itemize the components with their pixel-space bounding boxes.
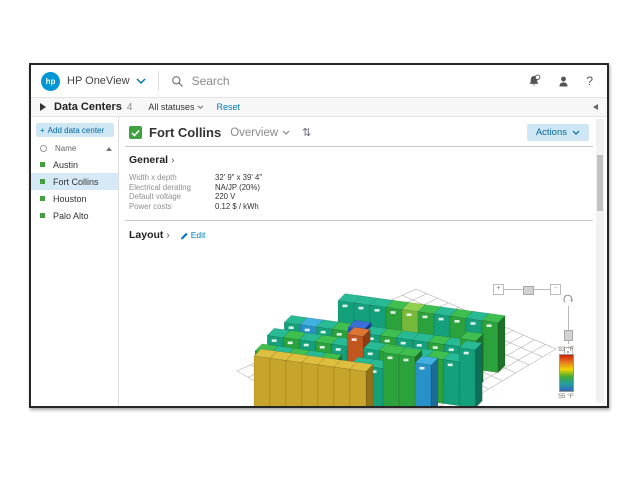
field-label: Width x depth — [129, 173, 215, 183]
status-ok-icon — [129, 126, 142, 139]
resource-banner: Data Centers 4 All statuses Reset — [31, 98, 607, 117]
list-header[interactable]: Name — [31, 141, 118, 156]
resource-title: Fort Collins — [149, 125, 221, 140]
rotate-slider-handle[interactable] — [564, 330, 573, 341]
field-label: Default voltage — [129, 192, 215, 202]
list-item-label: Austin — [53, 160, 78, 170]
field-label: Electrical derating — [129, 183, 215, 193]
top-bar: hp HP OneView ? — [31, 65, 607, 98]
status-ok-icon — [40, 213, 45, 218]
field-value: 0.12 $ / kWh — [215, 202, 259, 212]
list-item-austin[interactable]: Austin — [31, 156, 118, 173]
product-name: HP OneView — [67, 75, 130, 87]
field-value: 32' 9" x 39' 4" — [215, 173, 262, 183]
app-window: hp HP OneView ? Data Centers 4 All sta — [29, 63, 609, 408]
related-resources-icon[interactable]: ⇅ — [302, 126, 311, 139]
sidebar: + Add data center Name Austin Fort Colli… — [31, 117, 119, 406]
status-ok-icon — [40, 162, 45, 167]
product-menu-chevron-icon[interactable] — [136, 78, 146, 85]
list-item-label: Palo Alto — [53, 211, 89, 221]
search-input[interactable] — [190, 73, 414, 89]
field-value: 220 V — [215, 192, 235, 202]
pencil-icon — [180, 231, 189, 240]
notifications-icon[interactable] — [527, 74, 541, 88]
status-column-icon — [40, 145, 47, 152]
temperature-legend: 93 °F 55 °F — [553, 346, 579, 400]
plus-icon: + — [40, 126, 45, 135]
status-filter[interactable]: All statuses — [148, 102, 204, 112]
general-heading[interactable]: General › — [129, 154, 607, 166]
main-panel: Fort Collins Overview ⇅ Actions General … — [119, 117, 607, 406]
legend-min-label: 55 °F — [553, 393, 579, 400]
general-section: General › Width x depth32' 9" x 39' 4" E… — [119, 147, 607, 211]
zoom-out-button[interactable]: - — [550, 284, 561, 295]
rack-layout-canvas[interactable] — [121, 277, 597, 406]
layout-heading[interactable]: Layout › — [129, 229, 170, 241]
divider — [158, 71, 159, 91]
layout-section-header: Layout › Edit — [119, 221, 607, 241]
search-icon — [171, 75, 184, 88]
rotate-slider-track[interactable] — [568, 306, 569, 344]
legend-max-label: 93 °F — [553, 346, 579, 353]
temp-gradient — [559, 354, 574, 392]
field-value: NA/JP (20%) — [215, 183, 260, 193]
scrollbar-thumb[interactable] — [597, 155, 603, 211]
edit-layout-link[interactable]: Edit — [180, 230, 206, 240]
collapse-arrow-icon[interactable] — [593, 104, 598, 110]
user-icon[interactable] — [557, 75, 570, 88]
actions-button[interactable]: Actions — [527, 124, 589, 141]
reset-link[interactable]: Reset — [216, 102, 240, 112]
hp-logo[interactable]: hp — [41, 72, 60, 91]
field-label: Power costs — [129, 202, 215, 212]
rotate-icon[interactable] — [563, 295, 574, 304]
list-item-fort-collins[interactable]: Fort Collins — [31, 173, 118, 190]
status-ok-icon — [40, 196, 45, 201]
list-item-label: Houston — [53, 194, 87, 204]
page-title: Data Centers — [54, 101, 122, 113]
zoom-slider-handle[interactable] — [523, 286, 534, 295]
section-arrow-icon: › — [166, 230, 169, 241]
zoom-in-button[interactable]: + — [493, 284, 504, 295]
section-arrow-icon: › — [171, 155, 174, 166]
help-icon[interactable]: ? — [586, 74, 593, 88]
status-ok-icon — [40, 179, 45, 184]
list-item-label: Fort Collins — [53, 177, 99, 187]
add-data-center-button[interactable]: + Add data center — [36, 123, 114, 137]
name-column-header[interactable]: Name — [55, 144, 76, 153]
sort-ascending-icon — [106, 147, 112, 151]
item-count: 4 — [127, 102, 133, 113]
zoom-slider-track[interactable] — [504, 289, 550, 290]
view-selector[interactable]: Overview — [230, 127, 290, 139]
list-item-palo-alto[interactable]: Palo Alto — [31, 207, 118, 224]
zoom-slider[interactable]: + - — [493, 284, 561, 295]
search-bar[interactable] — [171, 73, 528, 89]
expand-arrow-icon[interactable] — [40, 103, 46, 111]
vertical-scrollbar[interactable] — [596, 119, 604, 403]
list-item-houston[interactable]: Houston — [31, 190, 118, 207]
